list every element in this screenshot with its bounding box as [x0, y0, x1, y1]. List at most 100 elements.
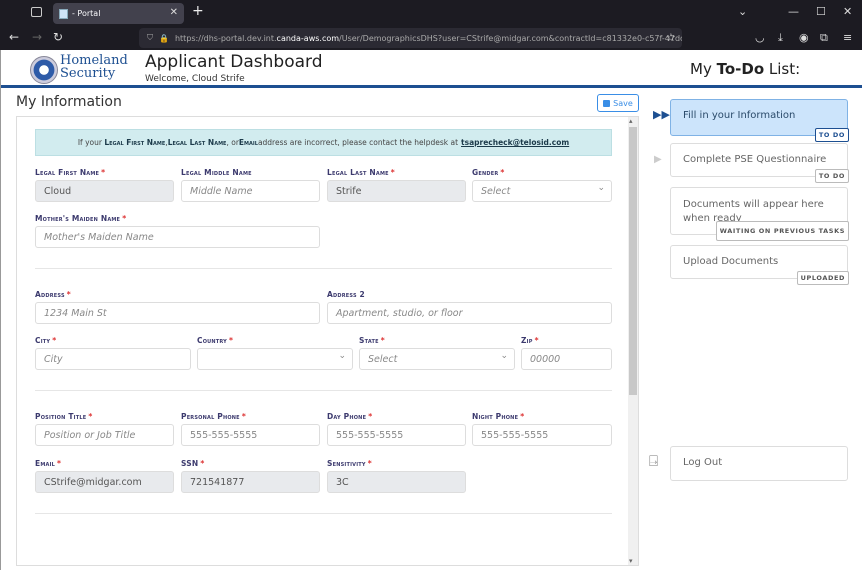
logout-button[interactable]: Log Out: [670, 446, 848, 481]
label-text: Country: [197, 336, 228, 345]
required-mark: *: [390, 168, 395, 177]
information-form: If your Legal First Name, Legal Last Nam…: [16, 116, 639, 566]
helpdesk-email-link[interactable]: tsaprecheck@telosid.com: [461, 138, 569, 147]
close-tab-icon[interactable]: ✕: [170, 7, 178, 18]
alert-text: , or: [226, 138, 239, 147]
required-mark: *: [500, 168, 505, 177]
alert-text: address are incorrect, please contact th…: [257, 138, 459, 147]
todo-item-pse-questionnaire[interactable]: Complete PSE Questionnaire TO DO: [670, 143, 849, 183]
url-host: canda-aws.com: [276, 33, 340, 43]
account-icon[interactable]: ◉: [799, 31, 809, 44]
ssn-label: SSN *: [181, 459, 204, 468]
favicon-icon: [59, 8, 68, 19]
maximize-icon[interactable]: ☐: [816, 5, 826, 18]
minimize-icon[interactable]: —: [788, 5, 799, 18]
alert-bold: Legal First Name: [104, 138, 166, 147]
day-phone-label: Day Phone *: [327, 412, 372, 421]
country-select[interactable]: [197, 348, 353, 370]
label-text: Day Phone: [327, 412, 367, 421]
alert-bold: Legal Last Name: [167, 138, 227, 147]
pocket-icon[interactable]: ◡: [755, 31, 765, 44]
label-text: Email: [35, 459, 56, 468]
sensitivity-input[interactable]: 3C: [327, 471, 466, 493]
label-text: Address: [35, 290, 65, 299]
email-label: Email *: [35, 459, 61, 468]
menu-icon[interactable]: ≡: [843, 31, 852, 44]
state-label: State *: [359, 336, 385, 345]
reload-icon[interactable]: ↻: [53, 30, 63, 44]
site-header: Homeland Security Applicant Dashboard Wel…: [1, 50, 862, 88]
label-text: Mother's Maiden Name: [35, 214, 121, 223]
brand-logo: Homeland Security: [60, 54, 128, 80]
bookmark-star-icon[interactable]: ☆: [666, 31, 676, 44]
maiden-name-input[interactable]: Mother's Maiden Name: [35, 226, 320, 248]
address-bar[interactable]: ⛉ 🔒 https://dhs-portal.dev.int. canda-aws.c…: [139, 28, 682, 48]
todo-item-documents: Documents will appear here when ready WAI…: [670, 187, 849, 241]
forward-icon[interactable]: →: [32, 30, 42, 44]
label-text: Gender: [472, 168, 499, 177]
todo-label: Upload Documents: [683, 256, 779, 267]
logout-door-icon[interactable]: ⍈: [649, 452, 658, 470]
label-text: Position Title: [35, 412, 87, 421]
todo-label: Fill in your Information: [683, 110, 796, 121]
todo-heading-bold: To-Do: [716, 60, 765, 78]
tab-list-icon[interactable]: [31, 7, 42, 17]
state-select[interactable]: Select: [359, 348, 515, 370]
label-text: SSN: [181, 459, 199, 468]
personal-phone-input[interactable]: 555-555-5555: [181, 424, 320, 446]
required-mark: *: [88, 412, 93, 421]
divider: [35, 268, 612, 269]
required-mark: *: [52, 336, 57, 345]
city-input[interactable]: City: [35, 348, 191, 370]
close-window-icon[interactable]: ✕: [843, 5, 852, 18]
scrollbar-thumb[interactable]: [629, 127, 637, 395]
tab-title: - Portal: [72, 9, 101, 18]
todo-item-upload-documents[interactable]: Upload Documents UPLOADED: [670, 245, 849, 285]
save-button[interactable]: Save: [597, 94, 639, 112]
extensions-icon[interactable]: ⧉: [820, 31, 828, 45]
lock-icon: 🔒: [159, 33, 169, 43]
alert-text: If your: [77, 138, 102, 147]
gender-select[interactable]: Select: [472, 180, 612, 202]
download-icon[interactable]: ⤓: [778, 31, 783, 45]
scroll-down-icon[interactable]: ▾: [629, 557, 633, 565]
last-name-input[interactable]: Strife: [327, 180, 466, 202]
address2-input[interactable]: Apartment, studio, or floor: [327, 302, 612, 324]
todo-item-fill-information[interactable]: Fill in your Information TO DO: [670, 99, 849, 142]
dhs-seal-logo: [30, 56, 58, 84]
form-scrollbar[interactable]: ▴ ▾: [628, 117, 638, 565]
back-icon[interactable]: ←: [9, 30, 19, 44]
page-title: Applicant Dashboard: [145, 52, 323, 72]
ssn-input[interactable]: 721541877: [181, 471, 320, 493]
label-text: State: [359, 336, 379, 345]
label-text: Zip: [521, 336, 533, 345]
required-mark: *: [57, 459, 62, 468]
divider: [35, 390, 612, 391]
url-prefix: https://dhs-portal.dev.int.: [174, 33, 277, 43]
task-arrow-icon: ▶: [654, 154, 662, 165]
logout-label: Log Out: [683, 457, 723, 468]
required-mark: *: [380, 336, 385, 345]
shield-icon: ⛉: [147, 33, 153, 42]
save-label: Save: [613, 98, 633, 108]
middle-name-input[interactable]: Middle Name: [181, 180, 320, 202]
todo-heading: My To-Do List:: [690, 60, 800, 78]
zip-input[interactable]: 00000: [521, 348, 612, 370]
scroll-up-icon[interactable]: ▴: [629, 117, 633, 125]
email-input[interactable]: CStrife@midgar.com: [35, 471, 174, 493]
sensitivity-label: Sensitivity *: [327, 459, 372, 468]
browser-tab[interactable]: - Portal ✕: [53, 3, 184, 24]
gender-label: Gender *: [472, 168, 505, 177]
night-phone-input[interactable]: 555-555-5555: [472, 424, 612, 446]
label-text: City: [35, 336, 51, 345]
tab-overflow-icon[interactable]: ⌄: [738, 5, 747, 18]
address2-label: Address 2: [327, 290, 365, 299]
address-label: Address *: [35, 290, 71, 299]
browser-chrome: - Portal ✕ + ⌄ — ☐ ✕ ← → ↻ ⛉ 🔒 https://dhs-…: [0, 0, 862, 50]
first-name-input[interactable]: Cloud: [35, 180, 174, 202]
new-tab-icon[interactable]: +: [192, 3, 204, 19]
position-title-input[interactable]: Position or Job Title: [35, 424, 174, 446]
address-input[interactable]: 1234 Main St: [35, 302, 320, 324]
day-phone-input[interactable]: 555-555-5555: [327, 424, 466, 446]
last-name-label: Legal Last Name *: [327, 168, 395, 177]
